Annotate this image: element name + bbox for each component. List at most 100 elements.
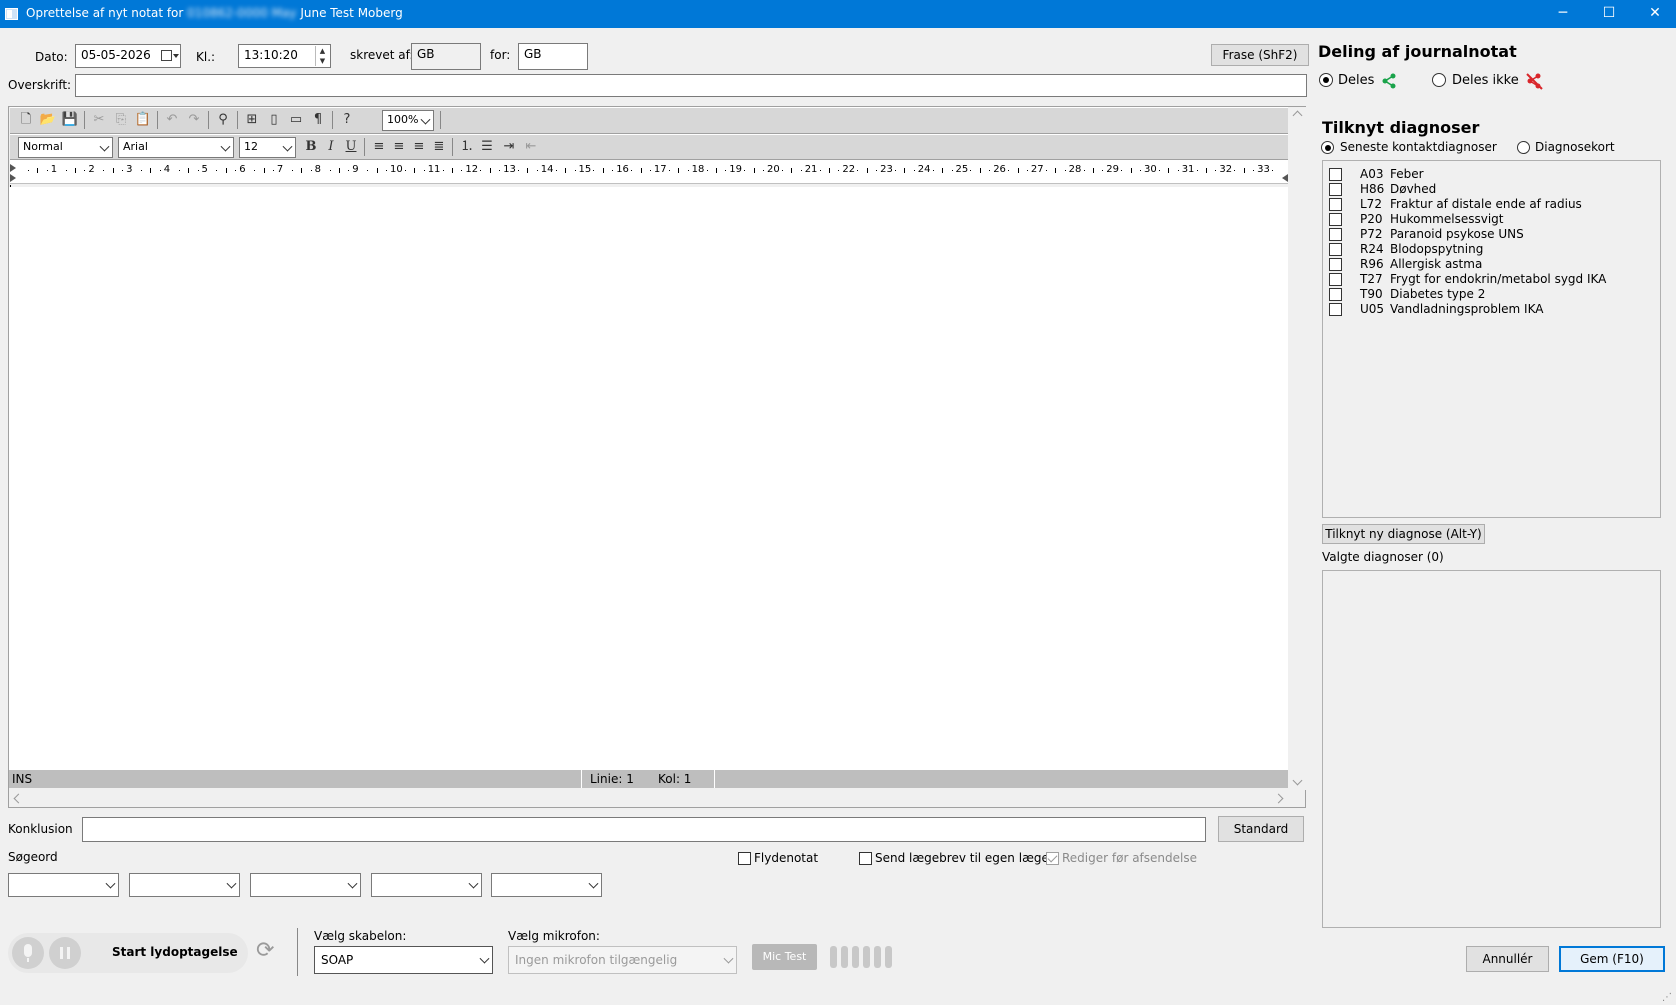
horizontal-scrollbar[interactable] [9, 790, 1290, 807]
latest-diagnoses-radio[interactable] [1321, 141, 1334, 154]
scroll-down-icon[interactable] [1292, 775, 1303, 786]
diagnosis-checkbox[interactable] [1329, 213, 1342, 226]
vertical-scrollbar[interactable] [1290, 107, 1306, 790]
italic-button[interactable]: I [322, 138, 340, 156]
mic-test-button[interactable]: Mic Test [752, 944, 817, 970]
scroll-right-icon[interactable] [1273, 793, 1284, 804]
microphone-select[interactable]: Ingen mikrofon tilgængelig [508, 946, 737, 974]
diagnosis-checkbox[interactable] [1329, 303, 1342, 316]
align-center-icon[interactable]: ≡ [390, 138, 408, 156]
new-document-icon[interactable]: 🗋 [17, 111, 35, 129]
paste-icon[interactable]: 📋 [134, 111, 152, 129]
close-button[interactable]: ✕ [1632, 0, 1676, 28]
zoom-value: 100% [387, 113, 419, 126]
diagnosis-checkbox[interactable] [1329, 243, 1342, 256]
diagnosis-checkbox[interactable] [1329, 198, 1342, 211]
diagnosis-name: Paranoid psykose UNS [1390, 227, 1524, 241]
ruler-number: 4 [163, 164, 171, 175]
selected-diagnoses-list [1322, 570, 1661, 928]
time-value: 13:10:20 [244, 48, 298, 62]
ruler-number: 20 [767, 164, 780, 175]
for-field[interactable]: GB [518, 43, 588, 70]
search-word-select-5[interactable] [491, 873, 602, 897]
redo-icon[interactable]: ↷ [185, 111, 203, 129]
save-icon[interactable]: 💾 [61, 111, 79, 129]
find-icon[interactable]: ⚲ [214, 111, 232, 129]
konklusion-input[interactable] [82, 817, 1206, 842]
diagnosis-checkbox[interactable] [1329, 168, 1342, 181]
undo-icon[interactable]: ↶ [163, 111, 181, 129]
chevron-down-icon [479, 953, 490, 964]
diagnosis-checkbox[interactable] [1329, 288, 1342, 301]
template-select[interactable]: SOAP [314, 946, 493, 974]
underline-button[interactable]: U [342, 138, 360, 156]
ruler-number: 17 [653, 164, 667, 175]
pause-icon[interactable] [49, 937, 81, 969]
open-folder-icon[interactable]: 📂 [39, 111, 57, 129]
help-icon[interactable]: ? [338, 111, 356, 129]
flydenotat-label: Flydenotat [754, 851, 819, 865]
edit-before-send-checkbox[interactable] [1046, 852, 1059, 865]
standard-button[interactable]: Standard [1218, 816, 1304, 842]
minimize-button[interactable]: ─ [1540, 0, 1586, 28]
refresh-icon[interactable]: ⟳ [256, 938, 274, 963]
style-select[interactable]: Normal [18, 137, 113, 158]
start-recording-button[interactable]: Start lydoptagelse [112, 945, 238, 959]
resize-grip-icon[interactable]: ⋰ [1662, 992, 1672, 1003]
copy-icon[interactable]: ⎘ [112, 111, 130, 129]
note-editor[interactable] [9, 187, 1288, 770]
share-no-radio[interactable] [1432, 73, 1446, 87]
search-word-select-4[interactable] [371, 873, 482, 897]
insert-field-icon[interactable]: ⊞ [243, 111, 261, 129]
ruler-number: 32 [1219, 164, 1233, 175]
insert-mode-indicator: INS [12, 772, 33, 786]
share-yes-radio[interactable] [1319, 73, 1333, 87]
scroll-up-icon[interactable] [1292, 110, 1303, 121]
indent-icon[interactable]: ⇥ [500, 138, 518, 156]
maximize-button[interactable]: ☐ [1586, 0, 1632, 28]
chevron-down-icon [588, 878, 599, 889]
diagnosis-checkbox[interactable] [1329, 273, 1342, 286]
time-field[interactable]: 13:10:20 ▲ ▼ [238, 44, 331, 68]
add-diagnosis-button[interactable]: Tilknyt ny diagnose (Alt-Y) [1322, 524, 1485, 544]
save-button[interactable]: Gem (F10) [1559, 946, 1665, 972]
selected-diagnoses-label: Valgte diagnoser (0) [1322, 550, 1444, 564]
ruler-number: 14 [540, 164, 554, 175]
frase-button[interactable]: Frase (ShF2) [1211, 44, 1309, 66]
page-layout-icon[interactable]: ▭ [287, 111, 305, 129]
search-word-select-3[interactable] [250, 873, 361, 897]
time-spinner-icon[interactable]: ▲ ▼ [315, 46, 329, 66]
calendar-icon[interactable] [161, 50, 172, 61]
page-setup-icon[interactable]: ▯ [265, 111, 283, 129]
align-right-icon[interactable]: ≡ [410, 138, 428, 156]
font-select[interactable]: Arial [118, 137, 234, 158]
toolbar-separator [332, 111, 333, 129]
align-justify-icon[interactable]: ≣ [430, 138, 448, 156]
diagnosis-checkbox[interactable] [1329, 183, 1342, 196]
numbered-list-icon[interactable]: ⒈ [458, 138, 476, 156]
diagnosis-code: R96 [1360, 257, 1384, 271]
diagnosis-checkbox[interactable] [1329, 228, 1342, 241]
scroll-left-icon[interactable] [13, 793, 24, 804]
search-word-select-2[interactable] [129, 873, 240, 897]
written-by-field[interactable]: GB [411, 43, 481, 70]
editor-toolbar-main: 🗋 📂 💾 ✂ ⎘ 📋 ↶ ↷ ⚲ ⊞ ▯ ▭ ¶ ? 100% [10, 107, 1288, 134]
date-picker[interactable]: 05-05-2026 [75, 44, 181, 68]
bullet-list-icon[interactable]: ☰ [478, 138, 496, 156]
heading-input[interactable] [75, 74, 1307, 97]
size-select[interactable]: 12 [239, 137, 296, 158]
diagnosis-checkbox[interactable] [1329, 258, 1342, 271]
outdent-icon[interactable]: ⇤ [522, 138, 540, 156]
paragraph-marks-icon[interactable]: ¶ [309, 111, 327, 129]
diagnosis-card-radio[interactable] [1517, 141, 1530, 154]
microphone-icon[interactable] [12, 937, 44, 969]
search-word-select-1[interactable] [8, 873, 119, 897]
cut-icon[interactable]: ✂ [90, 111, 108, 129]
toolbar-separator [84, 111, 85, 129]
flydenotat-checkbox[interactable] [738, 852, 751, 865]
zoom-select[interactable]: 100% [382, 110, 434, 131]
bold-button[interactable]: B [302, 138, 320, 156]
align-left-icon[interactable]: ≡ [370, 138, 388, 156]
send-letter-checkbox[interactable] [859, 852, 872, 865]
cancel-button[interactable]: Annullér [1466, 946, 1549, 972]
